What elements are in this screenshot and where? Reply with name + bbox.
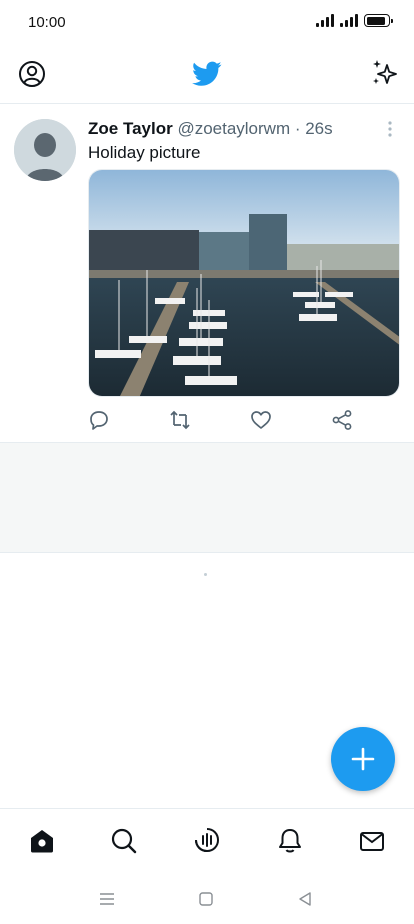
spaces-icon[interactable]	[193, 827, 221, 855]
system-navigation	[0, 872, 414, 924]
tweet-card[interactable]: Zoe Taylor @zoetaylorwm · 26s Holiday pi…	[0, 105, 414, 443]
home-icon[interactable]	[28, 827, 56, 855]
share-icon[interactable]	[331, 409, 353, 431]
search-icon[interactable]	[110, 827, 138, 855]
feed-separator	[0, 443, 414, 553]
sparkle-icon[interactable]	[370, 58, 400, 88]
status-bar: 10:00	[0, 0, 414, 46]
back-icon[interactable]	[296, 890, 314, 908]
battery-icon	[364, 14, 393, 27]
loading-indicator	[204, 573, 207, 576]
avatar[interactable]	[14, 119, 76, 181]
home-square-icon[interactable]	[197, 890, 215, 908]
notifications-icon[interactable]	[276, 827, 304, 855]
signal-icon	[316, 14, 334, 27]
signal-icon	[340, 14, 358, 27]
status-time: 10:00	[28, 14, 66, 31]
status-icons	[316, 14, 393, 27]
bottom-navigation	[0, 808, 414, 872]
plus-icon	[351, 747, 375, 771]
messages-icon[interactable]	[358, 827, 386, 855]
tweet-header: Zoe Taylor @zoetaylorwm · 26s	[88, 119, 333, 139]
retweet-icon[interactable]	[169, 409, 191, 431]
tweet-photo[interactable]	[88, 169, 400, 397]
menu-icon[interactable]	[98, 890, 116, 908]
top-app-bar	[0, 46, 414, 104]
compose-tweet-button[interactable]	[331, 727, 395, 791]
tweet-text: Holiday picture	[88, 143, 201, 162]
battery-level	[366, 16, 386, 25]
like-icon[interactable]	[250, 409, 272, 431]
tweet-actions	[88, 407, 368, 435]
more-options-icon[interactable]	[386, 119, 394, 139]
profile-icon[interactable]	[18, 60, 46, 88]
reply-icon[interactable]	[88, 409, 110, 431]
author-handle-time: @zoetaylorwm · 26s	[177, 119, 333, 138]
author-name[interactable]: Zoe Taylor	[88, 119, 173, 138]
twitter-bird-icon	[192, 60, 222, 88]
